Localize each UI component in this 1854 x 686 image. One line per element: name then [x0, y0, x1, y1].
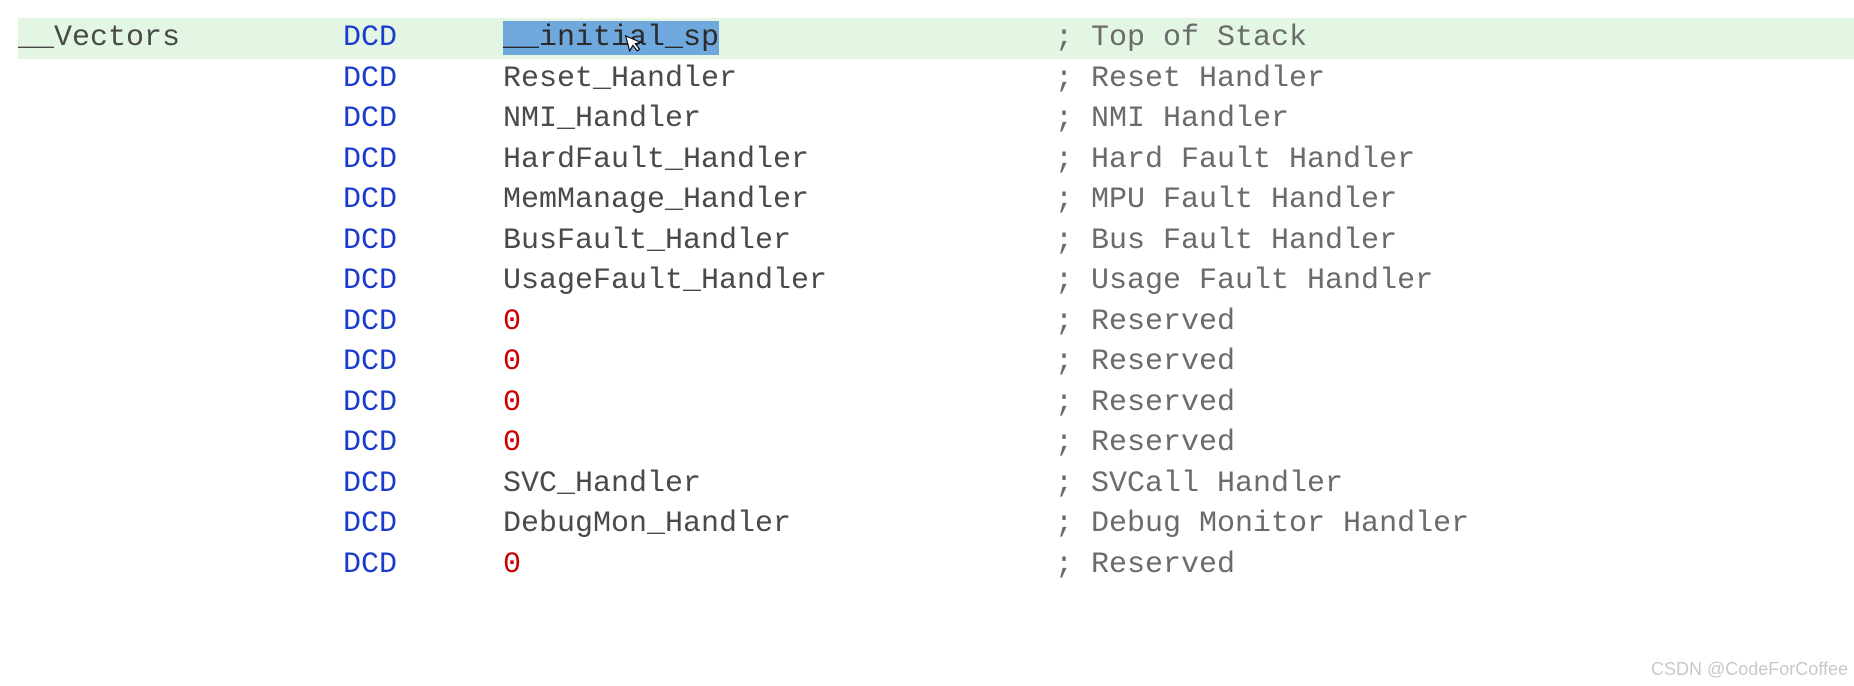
- directive-column: DCD: [343, 383, 503, 424]
- comment-column: ;Reset Handler: [1055, 59, 1325, 100]
- comment-column: ;Usage Fault Handler: [1055, 261, 1433, 302]
- comment-column: ;Reserved: [1055, 383, 1235, 424]
- code-line[interactable]: DCDNMI_Handler;NMI Handler: [18, 99, 1854, 140]
- directive-column: DCD: [343, 221, 503, 262]
- comment-column: ;Hard Fault Handler: [1055, 140, 1415, 181]
- comment-column: ;Reserved: [1055, 423, 1235, 464]
- directive-column: DCD: [343, 59, 503, 100]
- code-line[interactable]: DCDSVC_Handler;SVCall Handler: [18, 464, 1854, 505]
- comment-column: ;Top of Stack: [1055, 18, 1307, 59]
- operand-column: NMI_Handler: [503, 99, 1055, 140]
- comment-column: ;MPU Fault Handler: [1055, 180, 1397, 221]
- comment-column: ;Reserved: [1055, 545, 1235, 586]
- directive-column: DCD: [343, 180, 503, 221]
- directive-column: DCD: [343, 18, 503, 59]
- code-line[interactable]: DCDUsageFault_Handler;Usage Fault Handle…: [18, 261, 1854, 302]
- code-line[interactable]: DCDDebugMon_Handler;Debug Monitor Handle…: [18, 504, 1854, 545]
- operand-column: BusFault_Handler: [503, 221, 1055, 262]
- operand-column: DebugMon_Handler: [503, 504, 1055, 545]
- watermark: CSDN @CodeForCoffee: [1651, 659, 1848, 680]
- label-column: __Vectors: [18, 18, 343, 59]
- operand-column: 0: [503, 302, 1055, 343]
- directive-column: DCD: [343, 545, 503, 586]
- comment-column: ;Reserved: [1055, 342, 1235, 383]
- code-line[interactable]: DCD0;Reserved: [18, 423, 1854, 464]
- directive-column: DCD: [343, 423, 503, 464]
- code-line[interactable]: DCD0;Reserved: [18, 545, 1854, 586]
- operand-column: __initial_sp: [503, 18, 1055, 59]
- operand-column: HardFault_Handler: [503, 140, 1055, 181]
- code-line[interactable]: DCD0;Reserved: [18, 383, 1854, 424]
- operand-column: UsageFault_Handler: [503, 261, 1055, 302]
- operand-column: 0: [503, 342, 1055, 383]
- operand-column: Reset_Handler: [503, 59, 1055, 100]
- code-line[interactable]: __VectorsDCD__initial_sp;Top of Stack: [18, 18, 1854, 59]
- operand-column: 0: [503, 423, 1055, 464]
- code-line[interactable]: DCDMemManage_Handler;MPU Fault Handler: [18, 180, 1854, 221]
- operand-column: 0: [503, 545, 1055, 586]
- code-container: __VectorsDCD__initial_sp;Top of StackDCD…: [0, 0, 1854, 585]
- directive-column: DCD: [343, 464, 503, 505]
- comment-column: ;Reserved: [1055, 302, 1235, 343]
- directive-column: DCD: [343, 504, 503, 545]
- code-line[interactable]: DCD0;Reserved: [18, 302, 1854, 343]
- directive-column: DCD: [343, 140, 503, 181]
- directive-column: DCD: [343, 302, 503, 343]
- directive-column: DCD: [343, 99, 503, 140]
- comment-column: ;Bus Fault Handler: [1055, 221, 1397, 262]
- operand-column: MemManage_Handler: [503, 180, 1055, 221]
- code-line[interactable]: DCDBusFault_Handler;Bus Fault Handler: [18, 221, 1854, 262]
- code-line[interactable]: DCD0;Reserved: [18, 342, 1854, 383]
- operand-column: 0: [503, 383, 1055, 424]
- comment-column: ;SVCall Handler: [1055, 464, 1343, 505]
- operand-column: SVC_Handler: [503, 464, 1055, 505]
- directive-column: DCD: [343, 342, 503, 383]
- comment-column: ;NMI Handler: [1055, 99, 1289, 140]
- comment-column: ;Debug Monitor Handler: [1055, 504, 1469, 545]
- code-line[interactable]: DCDHardFault_Handler;Hard Fault Handler: [18, 140, 1854, 181]
- directive-column: DCD: [343, 261, 503, 302]
- code-line[interactable]: DCDReset_Handler;Reset Handler: [18, 59, 1854, 100]
